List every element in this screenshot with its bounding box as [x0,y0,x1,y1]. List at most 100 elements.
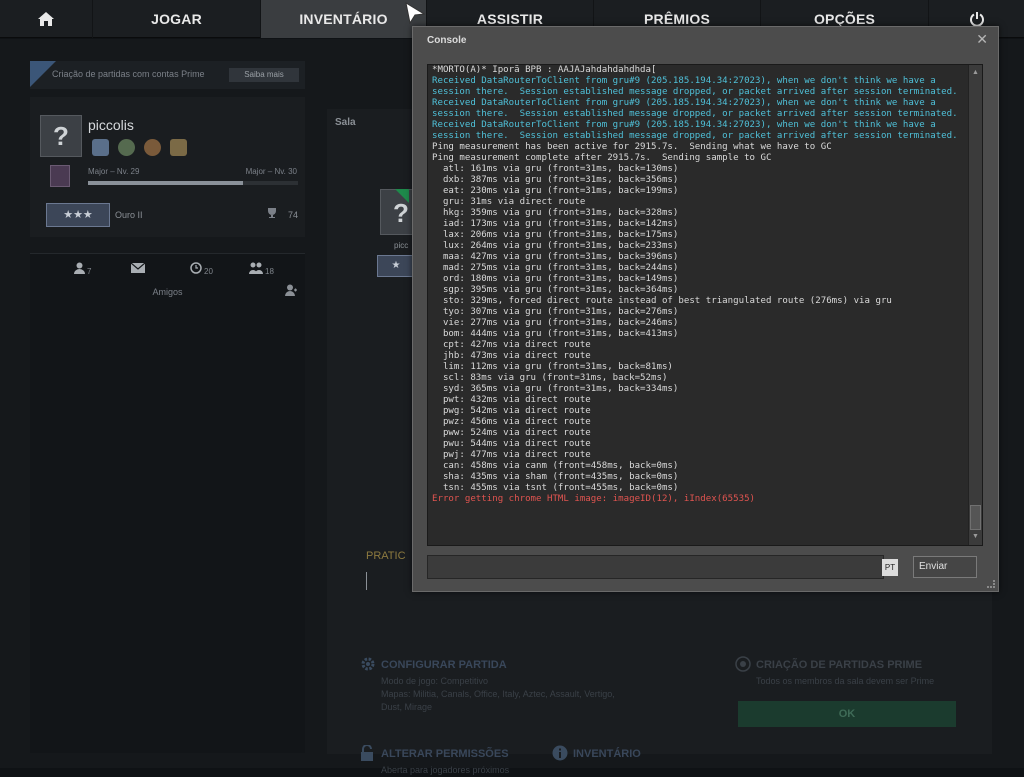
console-line: Ping measurement complete after 2915.7s.… [432,153,772,163]
console-line: bom: 444ms via gru (front=31ms, back=413… [432,329,679,339]
gear-icon[interactable] [360,656,376,672]
medal-icon[interactable] [118,139,135,156]
trophy-icon [268,208,276,218]
console-line: lax: 206ms via gru (front=31ms, back=175… [432,230,679,240]
nav-play[interactable]: JOGAR [93,0,261,38]
friends-online-count: 7 [87,267,92,276]
mail-icon [130,262,146,273]
configure-match-title[interactable]: CONFIGURAR PARTIDA [381,659,507,671]
console-line: Received DataRouterToClient from gru#9 (… [432,120,958,141]
console-line: *MORTO(A)* Iporã BPB : AAJAJahdahdahdhda… [432,65,657,75]
add-friend-icon[interactable] [285,284,297,296]
nav-home[interactable] [0,0,93,38]
friends-label: Amigos [152,287,183,297]
medal-icon[interactable] [144,139,161,156]
console-line: atl: 161ms via gru (front=31ms, back=130… [432,164,679,174]
inventory-link[interactable]: INVENTÁRIO [573,748,641,760]
rank-current: Major – Nv. 29 [88,167,140,176]
friends-messages-tab[interactable] [130,262,146,276]
send-button[interactable]: Enviar [913,556,977,578]
friends-groups-tab[interactable]: 18 [249,262,274,277]
home-icon [38,12,54,26]
console-line: maa: 427ms via gru (front=31ms, back=396… [432,252,679,262]
scroll-thumb[interactable] [970,505,981,530]
nav-inventory[interactable]: INVENTÁRIO [261,0,427,38]
friends-recent-tab[interactable]: 20 [190,262,213,277]
console-line: tsn: 455ms via tsnt (front=455ms, back=0… [432,483,679,493]
console-line: Ping measurement has been active for 291… [432,142,832,152]
language-indicator: PT [882,559,898,576]
user-icon [74,262,85,274]
power-icon [969,12,984,27]
prime-matchmaking-title[interactable]: CRIAÇÃO DE PARTIDAS PRIME [756,659,922,671]
lobby-player-rank: ★ [377,255,415,277]
skill-group-badge: ★★★ [46,203,110,227]
rank-icon [50,165,70,187]
maps-text-cont: Dust, Mirage [381,702,433,712]
console-line: hkg: 359ms via gru (front=31ms, back=328… [432,208,679,218]
console-line: pwt: 432ms via direct route [432,395,591,405]
console-line: lim: 112ms via gru (front=31ms, back=81m… [432,362,673,372]
lobby-title: Sala [335,117,356,128]
console-line: syd: 365ms via gru (front=31ms, back=334… [432,384,679,394]
avatar[interactable]: ? [40,115,82,157]
friends-panel: 7 20 18 Amigos [30,253,305,753]
medal-icon[interactable] [92,139,109,156]
learn-more-button[interactable]: Saiba mais [229,68,299,82]
console-scrollbar[interactable]: ▲ ▼ [968,65,982,545]
rank-next: Major – Nv. 30 [245,167,297,176]
change-permissions-title[interactable]: ALTERAR PERMISSÕES [381,748,509,760]
lock-icon[interactable] [360,745,374,761]
console-line: can: 458ms via canm (front=458ms, back=0… [432,461,679,471]
console-line: Error getting chrome HTML image: imageID… [432,494,756,504]
info-icon [552,745,568,761]
console-line: pwj: 477ms via direct route [432,450,591,460]
permissions-text: Aberta para jogadores próximos [381,765,510,775]
prime-icon [735,656,751,672]
close-icon[interactable]: ✕ [976,31,988,48]
scroll-up-icon[interactable]: ▲ [969,67,982,79]
console-line: lux: 264ms via gru (front=31ms, back=233… [432,241,679,251]
console-title: Console [427,35,467,46]
console-line: scl: 83ms via gru (front=31ms, back=52ms… [432,373,668,383]
prime-banner-text: Criação de partidas com contas Prime [52,69,205,79]
console-log-lines: *MORTO(A)* Iporã BPB : AAJAJahdahdahdhda… [432,65,964,505]
medal-icon[interactable] [170,139,187,156]
console-line: tyo: 307ms via gru (front=31ms, back=276… [432,307,679,317]
rank-progress-fill [88,181,244,185]
profile-card: ? piccolis Major – Nv. 29 Major – Nv. 30… [30,97,305,237]
console-line: jhb: 473ms via direct route [432,351,591,361]
console-window: Console ✕ *MORTO(A)* Iporã BPB : AAJAJah… [412,26,999,592]
trophy-count: 74 [288,210,299,220]
console-line: pwg: 542ms via direct route [432,406,591,416]
console-line: ord: 180ms via gru (front=31ms, back=149… [432,274,679,284]
practice-chat-input[interactable] [366,572,376,590]
group-icon [249,262,263,274]
console-line: vie: 277ms via gru (front=31ms, back=246… [432,318,679,328]
console-line: pwz: 456ms via direct route [432,417,591,427]
maps-text: Mapas: Militia, Canals, Office, Italy, A… [381,689,615,699]
console-line: sha: 435ms via sham (front=435ms, back=0… [432,472,679,482]
practice-label: PRATIC [366,550,406,562]
prime-banner: Criação de partidas com contas Prime Sai… [30,61,305,89]
game-mode-text: Modo de jogo: Competitivo [381,676,489,686]
friends-online-tab[interactable]: 7 [74,262,91,277]
profile-name: piccolis [88,117,134,133]
console-line: dxb: 387ms via gru (front=31ms, back=356… [432,175,679,185]
ok-button[interactable]: OK [738,701,956,727]
console-line: cpt: 427ms via direct route [432,340,591,350]
console-log[interactable]: *MORTO(A)* Iporã BPB : AAJAJahdahdahdhda… [427,64,983,546]
skill-group-name: Ouro II [115,210,143,220]
console-line: pww: 524ms via direct route [432,428,591,438]
cursor-icon [405,2,425,24]
resize-grip[interactable] [987,580,995,588]
console-line: pwu: 544ms via direct route [432,439,591,449]
rank-progress-bar [88,181,298,185]
scroll-down-icon[interactable]: ▼ [969,531,982,543]
console-line: Received DataRouterToClient from gru#9 (… [432,76,958,97]
friends-groups-count: 18 [265,267,274,276]
prime-matchmaking-text: Todos os membros da sala devem ser Prime [756,676,935,686]
console-line: gru: 31ms via direct route [432,197,586,207]
console-command-input[interactable] [427,555,884,579]
console-line: sgp: 395ms via gru (front=31ms, back=364… [432,285,679,295]
